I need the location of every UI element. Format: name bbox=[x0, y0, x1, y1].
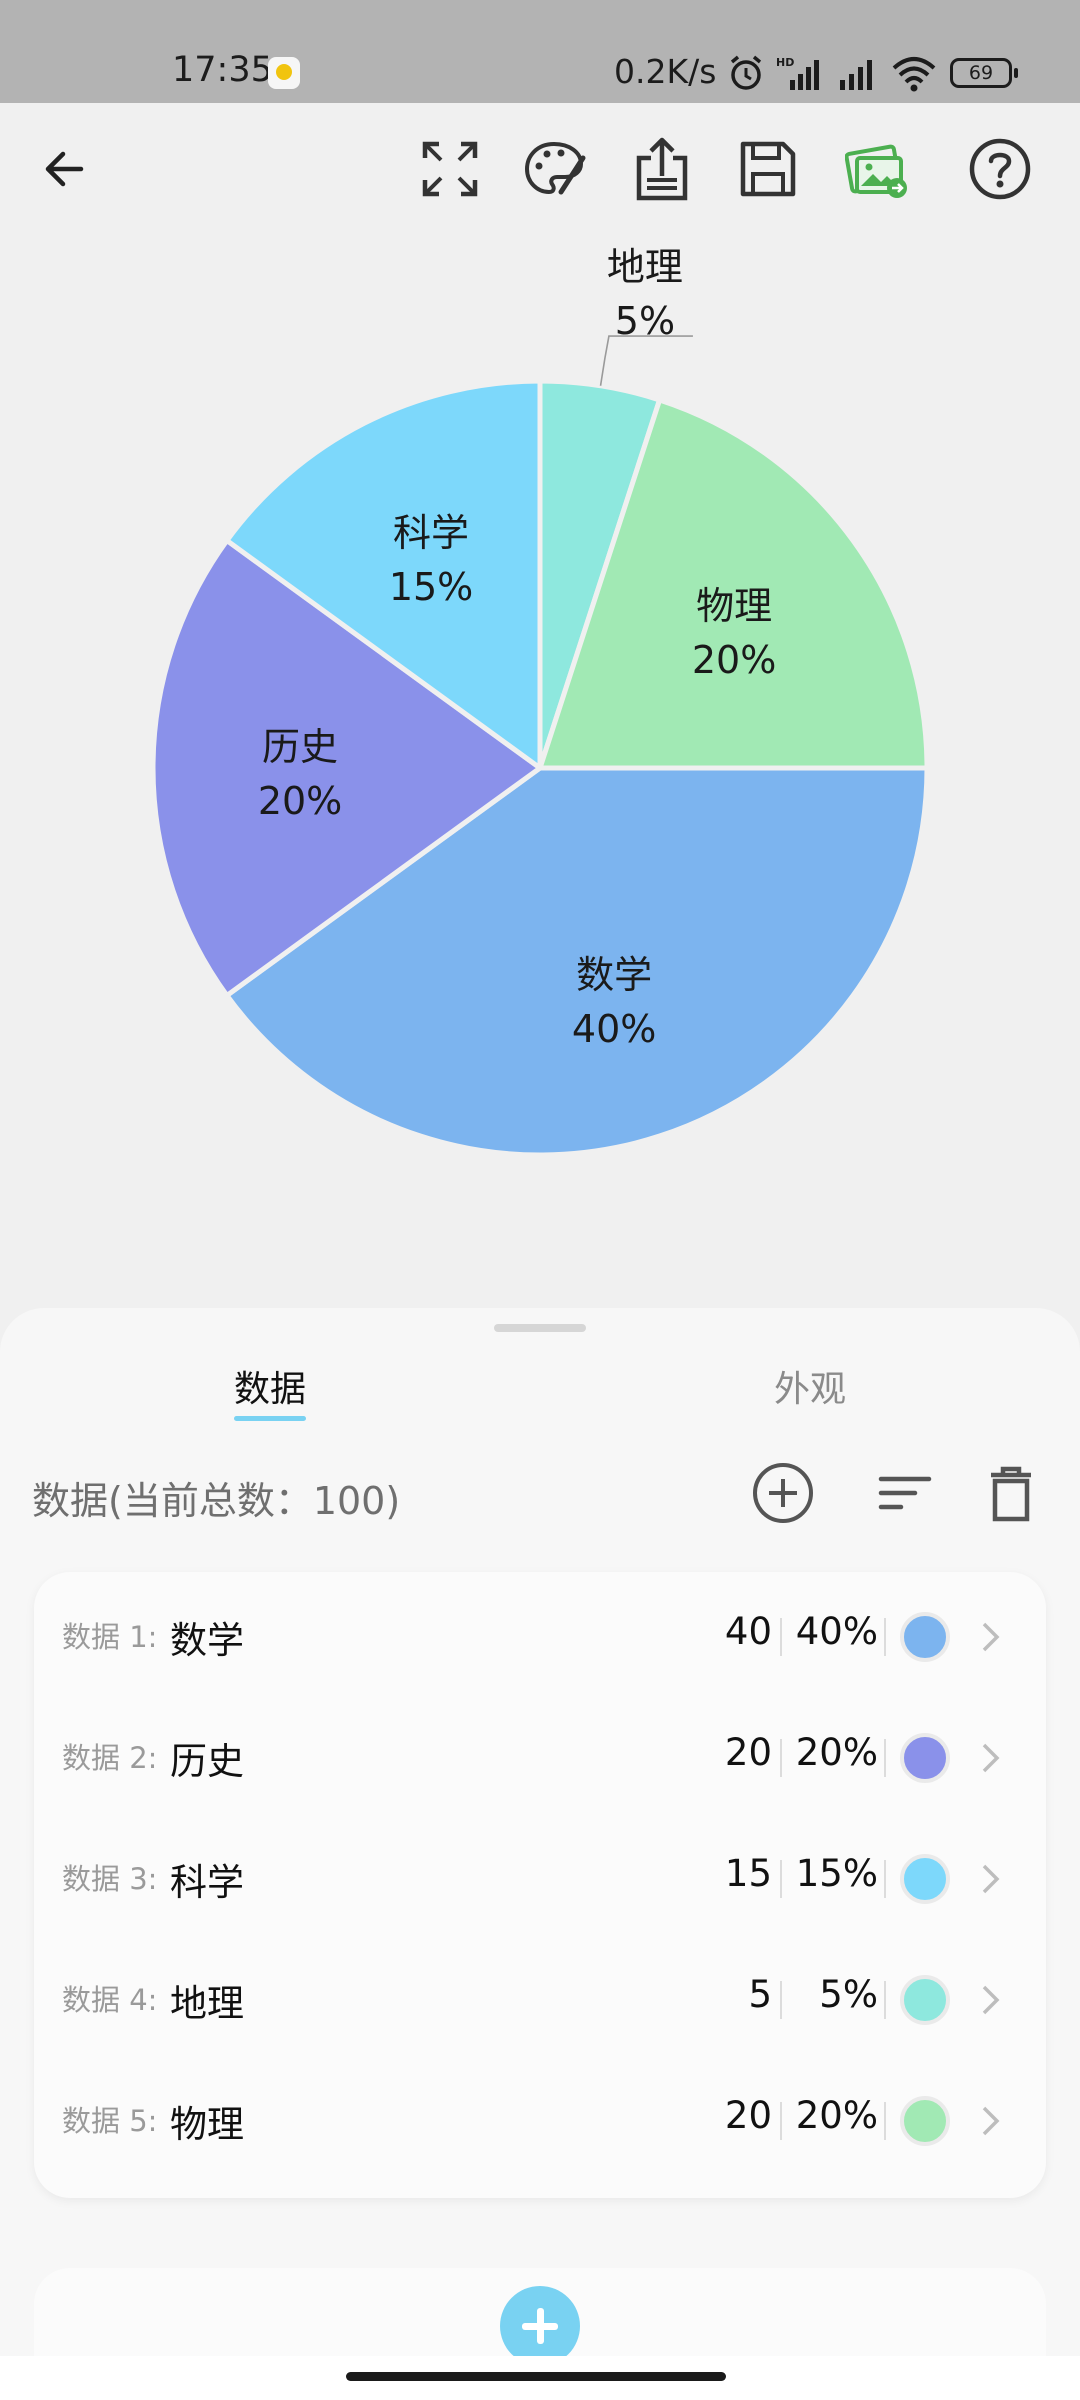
row-value: 15 bbox=[724, 1852, 772, 1895]
signal-icon bbox=[840, 60, 872, 90]
data-summary: 数据(当前总数：100) bbox=[32, 1479, 401, 1523]
share-button[interactable] bbox=[626, 133, 698, 205]
chevron-right-icon bbox=[982, 1622, 1000, 1652]
row-index: 数据 5: bbox=[62, 2104, 158, 2138]
slice-label: 历史 bbox=[262, 725, 338, 769]
row-name: 数学 bbox=[170, 1619, 244, 1662]
tab-data[interactable]: 数据 bbox=[190, 1360, 350, 1412]
slice-percent-label: 5% bbox=[615, 299, 675, 343]
chevron-right-icon bbox=[982, 1743, 1000, 1773]
add-circle-icon bbox=[753, 1463, 813, 1523]
divider bbox=[780, 1860, 782, 1898]
slice-percent-label: 15% bbox=[389, 565, 473, 609]
divider bbox=[884, 1860, 886, 1898]
sort-icon bbox=[878, 1476, 932, 1510]
color-swatch[interactable] bbox=[900, 1733, 950, 1783]
row-name: 科学 bbox=[170, 1861, 244, 1904]
divider bbox=[884, 1981, 886, 2019]
list-item[interactable]: 数据 5: 物理 20 20% bbox=[34, 2056, 1046, 2177]
sort-button[interactable] bbox=[870, 1458, 940, 1528]
svg-text:HD: HD bbox=[776, 56, 794, 69]
bottom-sheet: 数据 外观 数据(当前总数：100) 数据 1: 数学 40 40% 数据 2:… bbox=[0, 1308, 1080, 2400]
add-data-button[interactable] bbox=[748, 1458, 818, 1528]
export-image-button[interactable] bbox=[842, 133, 914, 205]
delete-all-button[interactable] bbox=[976, 1458, 1046, 1528]
alarm-icon bbox=[730, 55, 762, 90]
add-item-button[interactable] bbox=[500, 2286, 580, 2366]
row-name: 地理 bbox=[170, 1982, 244, 2025]
label-leader-line bbox=[599, 335, 693, 386]
chevron-right-icon bbox=[982, 1864, 1000, 1894]
row-index: 数据 2: bbox=[62, 1741, 158, 1775]
fullscreen-button[interactable] bbox=[414, 133, 486, 205]
notification-icon bbox=[268, 57, 300, 89]
divider bbox=[884, 1618, 886, 1656]
row-percent: 20% bbox=[795, 2094, 878, 2137]
row-value: 20 bbox=[724, 2094, 772, 2137]
status-bar: 17:35 0.2K/s HD 69 bbox=[0, 0, 1080, 103]
slice-percent-label: 40% bbox=[572, 1007, 656, 1051]
save-button[interactable] bbox=[732, 133, 804, 205]
list-item[interactable]: 数据 2: 历史 20 20% bbox=[34, 1693, 1046, 1814]
chevron-right-icon bbox=[982, 2106, 1000, 2136]
battery-icon: 69 bbox=[950, 58, 1018, 88]
status-time: 17:35 bbox=[172, 50, 273, 90]
pie-chart: 数学 40% 历史 20% 科学 15% 地理 5% 物理 20% bbox=[0, 233, 1080, 1293]
chevron-right-icon bbox=[982, 1985, 1000, 2015]
active-tab-indicator bbox=[234, 1416, 306, 1421]
divider bbox=[780, 2102, 782, 2140]
list-item[interactable]: 数据 3: 科学 15 15% bbox=[34, 1814, 1046, 1935]
slice-label: 物理 bbox=[696, 584, 772, 628]
export-image-icon bbox=[845, 144, 907, 198]
pie-chart-svg: 数学 40% 历史 20% 科学 15% 地理 5% 物理 20% bbox=[150, 245, 930, 1158]
color-swatch[interactable] bbox=[900, 2096, 950, 2146]
divider bbox=[780, 1618, 782, 1656]
back-arrow-icon bbox=[45, 151, 84, 187]
row-index: 数据 3: bbox=[62, 1862, 158, 1896]
row-value: 40 bbox=[724, 1610, 772, 1653]
toolbar bbox=[0, 103, 1080, 233]
divider bbox=[780, 1981, 782, 2019]
slice-percent-label: 20% bbox=[258, 779, 342, 823]
row-name: 历史 bbox=[170, 1740, 244, 1783]
fullscreen-icon bbox=[422, 141, 478, 197]
style-button[interactable] bbox=[518, 133, 590, 205]
list-item[interactable]: 数据 1: 数学 40 40% bbox=[34, 1572, 1046, 1693]
help-button[interactable] bbox=[964, 133, 1036, 205]
row-percent: 20% bbox=[795, 1731, 878, 1774]
row-index: 数据 1: bbox=[62, 1620, 158, 1654]
divider bbox=[884, 2102, 886, 2140]
network-speed: 0.2K/s bbox=[614, 52, 717, 91]
slice-label: 科学 bbox=[393, 511, 469, 555]
wifi-icon bbox=[892, 57, 936, 92]
help-icon bbox=[969, 138, 1031, 200]
color-swatch[interactable] bbox=[900, 1975, 950, 2025]
palette-icon bbox=[524, 141, 586, 195]
sheet-drag-handle[interactable] bbox=[494, 1324, 586, 1332]
row-index: 数据 4: bbox=[62, 1983, 158, 2017]
row-value: 20 bbox=[724, 1731, 772, 1774]
row-percent: 15% bbox=[795, 1852, 878, 1895]
battery-level: 69 bbox=[968, 62, 994, 84]
row-percent: 40% bbox=[795, 1610, 878, 1653]
divider bbox=[780, 1739, 782, 1777]
row-value: 5 bbox=[748, 1973, 772, 2016]
delete-icon bbox=[991, 1466, 1031, 1522]
divider bbox=[884, 1739, 886, 1777]
color-swatch[interactable] bbox=[900, 1612, 950, 1662]
save-icon bbox=[740, 141, 796, 197]
slice-label: 地理 bbox=[607, 245, 683, 289]
home-indicator[interactable] bbox=[346, 2372, 726, 2381]
back-button[interactable] bbox=[28, 133, 100, 205]
tab-appearance[interactable]: 外观 bbox=[730, 1360, 890, 1412]
share-icon bbox=[636, 137, 688, 201]
color-swatch[interactable] bbox=[900, 1854, 950, 1904]
row-name: 物理 bbox=[170, 2103, 244, 2146]
list-item[interactable]: 数据 4: 地理 5 5% bbox=[34, 1935, 1046, 2056]
row-percent: 5% bbox=[819, 1973, 878, 2016]
hd-signal-icon: HD bbox=[776, 56, 819, 90]
slice-percent-label: 20% bbox=[692, 638, 776, 682]
slice-label: 数学 bbox=[576, 953, 652, 997]
data-list: 数据 1: 数学 40 40% 数据 2: 历史 20 20% 数据 3: 科学… bbox=[34, 1572, 1046, 2198]
